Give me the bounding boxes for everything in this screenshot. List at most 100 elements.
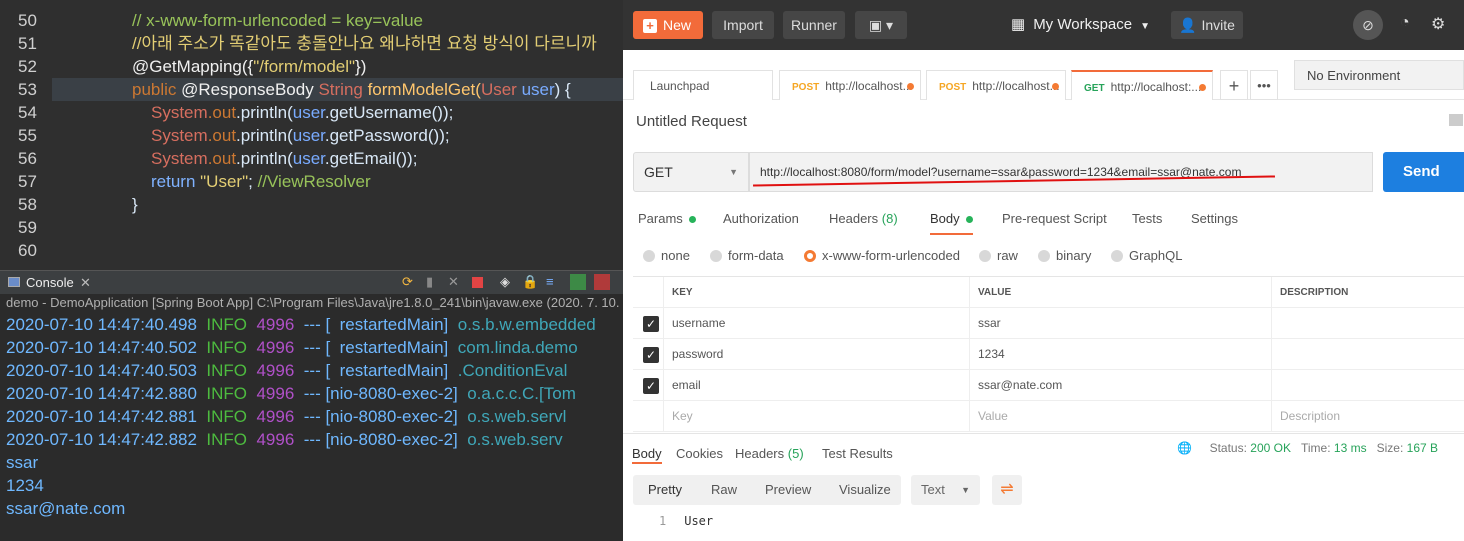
tab-headers[interactable]: Headers (8) [829, 205, 898, 235]
tab-launchpad[interactable]: Launchpad [633, 70, 773, 100]
status-dot [965, 216, 973, 224]
remove-icon[interactable]: ▮ [426, 274, 433, 290]
line-number: 53 [18, 80, 37, 99]
view-visualize[interactable]: Visualize [839, 475, 891, 505]
code-line[interactable]: System.out.println(user.getUsername()); [52, 101, 623, 124]
time-value: 13 ms [1333, 441, 1367, 455]
resp-tab-body[interactable]: Body [632, 440, 662, 464]
tab-get[interactable]: GET http://localhost:... [1071, 70, 1213, 100]
clear-icon[interactable]: ◈ [500, 274, 510, 290]
log-line: 2020-07-10 14:47:42.881 INFO 4996 --- [n… [6, 407, 567, 426]
terminate-icon[interactable] [472, 277, 483, 288]
console-icon [8, 277, 20, 287]
line-number: 54 [18, 103, 37, 122]
radio-graphql[interactable]: GraphQL [1111, 246, 1182, 266]
tab-post-2[interactable]: POST http://localhost... [926, 70, 1066, 100]
tab-settings[interactable]: Settings [1191, 205, 1238, 235]
table-row: ✓ email ssar@nate.com [633, 370, 1464, 401]
console-toolbar: Console ✕ ⟳ ▮ ✕ ◈ 🔒 ≡ [0, 270, 623, 294]
radio-none[interactable]: none [643, 246, 690, 266]
size-value: 167 B [1406, 441, 1438, 455]
code-line[interactable]: System.out.println(user.getEmail()); [52, 147, 623, 170]
code-line[interactable]: System.out.println(user.getPassword()); [52, 124, 623, 147]
pin-icon[interactable]: ⟳ [402, 274, 413, 290]
code-line[interactable]: } [52, 193, 623, 216]
sync-off-icon[interactable]: ⊘ [1353, 10, 1383, 40]
new-button[interactable]: + New [633, 11, 703, 39]
value-placeholder[interactable]: Value [969, 401, 1271, 432]
stdout-line: 1234 [6, 476, 44, 495]
radio-urlencoded[interactable]: x-www-form-urlencoded [804, 246, 960, 266]
format-select[interactable]: Text ▼ [911, 475, 980, 505]
status-dot [688, 216, 696, 224]
view-preview[interactable]: Preview [765, 475, 811, 505]
code-line[interactable]: public @ResponseBody String formModelGet… [52, 78, 623, 101]
request-tabs: Launchpad POST http://localhost... POST ht… [623, 58, 1464, 100]
code-line[interactable]: // x-www-form-urlencoded = key=value [52, 9, 623, 32]
url-input[interactable]: http://localhost:8080/form/model?usernam… [749, 152, 1373, 192]
close-icon[interactable]: ✕ [80, 275, 91, 291]
show-stdout-icon[interactable] [570, 274, 586, 290]
environment-select[interactable]: No Environment [1294, 60, 1464, 90]
word-wrap-icon[interactable]: ≡ [546, 274, 554, 289]
chevron-down-icon: ▼ [729, 167, 738, 177]
response-meta: 🌐 Status: 200 OK Time: 13 ms Size: 167 B [1177, 441, 1438, 455]
body-type-options: none form-data x-www-form-urlencoded raw… [623, 246, 1464, 268]
method-select[interactable]: GET ▼ [633, 152, 749, 192]
resp-tab-test-results[interactable]: Test Results [822, 440, 893, 470]
tab-post-1[interactable]: POST http://localhost... [779, 70, 921, 100]
line-number: 52 [18, 57, 37, 76]
invite-button[interactable]: 👤 Invite [1171, 11, 1243, 39]
view-raw[interactable]: Raw [711, 475, 737, 505]
table-header-row: KEY VALUE DESCRIPTION [633, 277, 1464, 308]
radio-raw[interactable]: raw [979, 246, 1018, 266]
unsaved-dot [907, 83, 914, 90]
settings-icon[interactable]: ⚙ [1431, 14, 1445, 34]
more-tabs-button[interactable]: ••• [1250, 70, 1278, 100]
row-checkbox[interactable]: ✓ [643, 378, 659, 394]
row-checkbox[interactable]: ✓ [643, 316, 659, 332]
description-placeholder[interactable]: Description [1271, 401, 1464, 432]
code-line[interactable] [52, 239, 623, 262]
comment-icon[interactable] [1449, 114, 1463, 126]
request-title[interactable]: Untitled Request [636, 113, 747, 130]
code-line[interactable]: @GetMapping({"/form/model"}) [52, 55, 623, 78]
resp-tab-headers[interactable]: Headers (5) [735, 440, 804, 470]
tab-body[interactable]: Body [930, 205, 973, 235]
code-line[interactable]: return "User"; //ViewResolver [52, 170, 623, 193]
tab-params[interactable]: Params [638, 205, 696, 235]
tab-tests[interactable]: Tests [1132, 205, 1162, 235]
new-window-button[interactable]: ▣ ▾ [855, 11, 907, 39]
code-line[interactable] [52, 216, 623, 239]
key-placeholder[interactable]: Key [663, 401, 969, 432]
code-line[interactable]: //아래 주소가 똑같아도 충돌안나요 왜냐하면 요청 방식이 다르니까 [52, 32, 623, 55]
lock-icon[interactable]: 🔒 [522, 274, 538, 290]
workspace-selector[interactable]: ▦ My Workspace ▼ [1011, 15, 1150, 33]
grid-icon: ▦ [1011, 16, 1026, 33]
view-pretty[interactable]: Pretty [648, 475, 682, 505]
response-view-modes: Pretty Raw Preview Visualize [633, 475, 901, 505]
code-editor[interactable]: 50 51 52 53 54 55 56 57 58 59 60 // x-www-form-url… [0, 0, 623, 270]
tab-pre-request-script[interactable]: Pre-request Script [1002, 205, 1107, 235]
import-button[interactable]: Import [712, 11, 774, 39]
table-empty-row: Key Value Description [633, 401, 1464, 432]
tab-authorization[interactable]: Authorization [723, 205, 799, 235]
radio-form-data[interactable]: form-data [710, 246, 784, 266]
remove-all-icon[interactable]: ✕ [448, 274, 459, 290]
line-number: 59 [18, 218, 37, 237]
add-tab-button[interactable]: + [1220, 70, 1248, 100]
postman-panel: + New Import Runner ▣ ▾ ▦ My Workspace ▼ 👤 I… [623, 0, 1464, 541]
show-stderr-icon[interactable] [594, 274, 610, 290]
satellite-icon[interactable]: ◔ [1400, 14, 1410, 32]
resp-tab-cookies[interactable]: Cookies [676, 440, 723, 470]
globe-icon[interactable]: 🌐 [1177, 441, 1192, 455]
line-number: 50 [18, 11, 37, 30]
row-checkbox[interactable]: ✓ [643, 347, 659, 363]
radio-binary[interactable]: binary [1038, 246, 1091, 266]
runner-button[interactable]: Runner [783, 11, 845, 39]
wrap-lines-icon[interactable]: ⇌ [992, 475, 1022, 505]
line-number: 55 [18, 126, 37, 145]
line-number: 60 [18, 241, 37, 260]
send-button[interactable]: Send [1383, 152, 1464, 192]
console-tab[interactable]: Console [26, 275, 74, 290]
